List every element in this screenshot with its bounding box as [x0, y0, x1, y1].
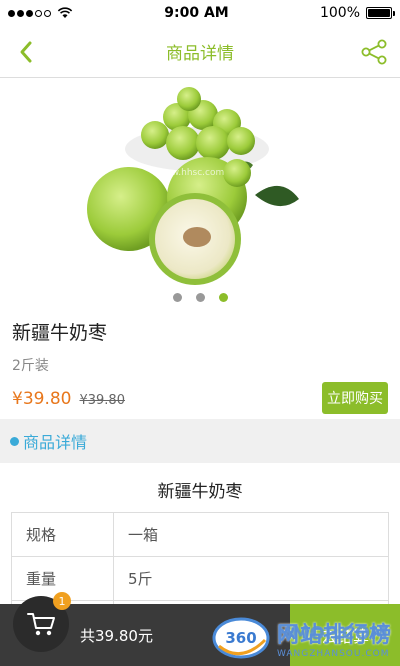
- battery-icon: [366, 7, 395, 19]
- back-button[interactable]: [12, 38, 40, 66]
- detail-title: 新疆牛奶枣: [157, 482, 243, 502]
- product-info: 新疆牛奶枣 2斤装 ¥39.80 ¥39.80 立即购买: [0, 306, 400, 419]
- pager-dot-active[interactable]: [218, 293, 228, 302]
- product-spec: 2斤装: [12, 358, 49, 374]
- battery-percent: 100%: [319, 5, 360, 21]
- status-right: 100%: [319, 5, 395, 21]
- product-name: 新疆牛奶枣: [12, 322, 108, 344]
- watermark-com: HMOP.COM: [276, 623, 388, 644]
- pager-dot[interactable]: [195, 293, 205, 302]
- status-time: 9:00 AM: [164, 5, 229, 21]
- product-image: www.hhsc.com: [87, 87, 299, 285]
- section-header: 商品详情: [0, 419, 400, 463]
- nav-bar: 商品详情: [0, 26, 400, 78]
- page-title: 商品详情: [166, 44, 234, 64]
- carousel-pager: [0, 293, 400, 302]
- status-left: [8, 7, 73, 19]
- spec-value: 5斤: [113, 556, 389, 601]
- chevron-left-icon: [20, 41, 32, 62]
- section-label: 商品详情: [23, 433, 88, 452]
- pager-dot[interactable]: [172, 293, 182, 302]
- original-price: ¥39.80: [79, 393, 125, 408]
- wifi-icon: [57, 7, 73, 18]
- spec-key: 规格: [11, 512, 114, 557]
- status-bar: 9:00 AM 100%: [0, 0, 400, 26]
- share-icon: [361, 39, 387, 64]
- share-button[interactable]: [360, 38, 388, 66]
- shopping-cart-icon: [27, 613, 55, 636]
- product-image-carousel[interactable]: www.hhsc.com: [0, 78, 400, 306]
- image-watermark: www.hhsc.com: [157, 168, 224, 178]
- bullet-icon: [10, 436, 19, 446]
- cart-count-badge: 1: [53, 592, 71, 610]
- cart-total: 共39.80元: [80, 626, 153, 645]
- cart-button[interactable]: 1: [13, 592, 71, 652]
- buy-now-button[interactable]: 立即购买: [322, 382, 388, 414]
- signal-strength-icon: [8, 9, 51, 17]
- current-price: ¥39.80: [12, 389, 72, 409]
- spec-value: 一箱: [113, 512, 389, 557]
- table-row: 规格 一箱: [11, 512, 389, 557]
